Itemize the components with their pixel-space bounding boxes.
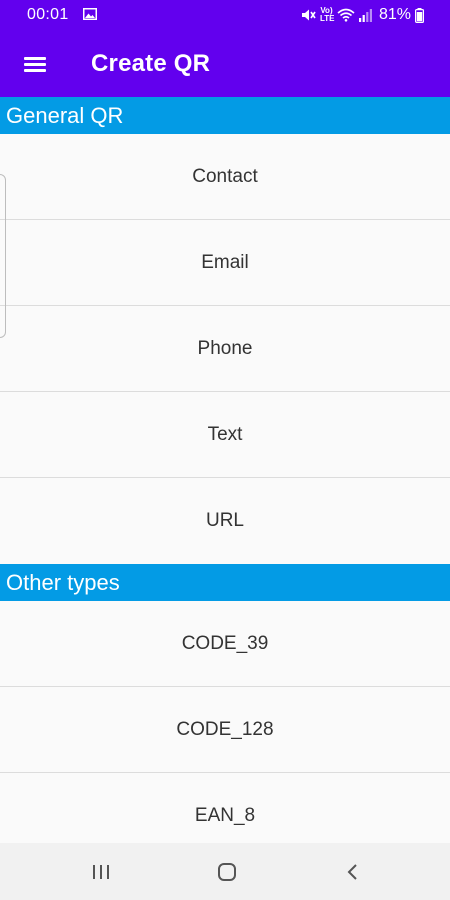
list-item-code-128[interactable]: CODE_128 — [0, 687, 450, 773]
list-item-email[interactable]: Email — [0, 220, 450, 306]
mute-icon — [301, 9, 316, 21]
list-item-contact[interactable]: Contact — [0, 134, 450, 220]
app-bar: Create QR — [0, 30, 450, 97]
back-icon[interactable] — [341, 860, 365, 884]
list-item-text[interactable]: Text — [0, 392, 450, 478]
list-item-phone[interactable]: Phone — [0, 306, 450, 392]
content-list: General QR Contact Email Phone Text URL … — [0, 97, 450, 843]
edge-panel-handle[interactable] — [0, 174, 6, 338]
gallery-notification-icon — [83, 8, 97, 20]
menu-icon[interactable] — [22, 54, 48, 74]
list-item-url[interactable]: URL — [0, 478, 450, 564]
battery-icon — [415, 7, 424, 23]
page-title: Create QR — [91, 50, 211, 77]
status-right-group: Vo) LTE 81% — [300, 5, 424, 25]
home-icon[interactable] — [215, 860, 239, 884]
wifi-icon — [337, 8, 355, 22]
battery-percent: 81% — [378, 6, 411, 23]
list-item-code-39[interactable]: CODE_39 — [0, 601, 450, 687]
navigation-bar — [0, 843, 450, 900]
signal-icon — [358, 9, 372, 22]
section-header-other: Other types — [0, 564, 450, 601]
section-header-general: General QR — [0, 97, 450, 134]
list-item-ean-8[interactable]: EAN_8 — [0, 773, 450, 843]
status-bar: 00:01 Vo) LTE 81% — [0, 0, 450, 30]
recent-apps-icon[interactable] — [89, 860, 113, 884]
status-time: 00:01 — [27, 6, 69, 23]
volte-icon: Vo) LTE — [319, 6, 335, 23]
